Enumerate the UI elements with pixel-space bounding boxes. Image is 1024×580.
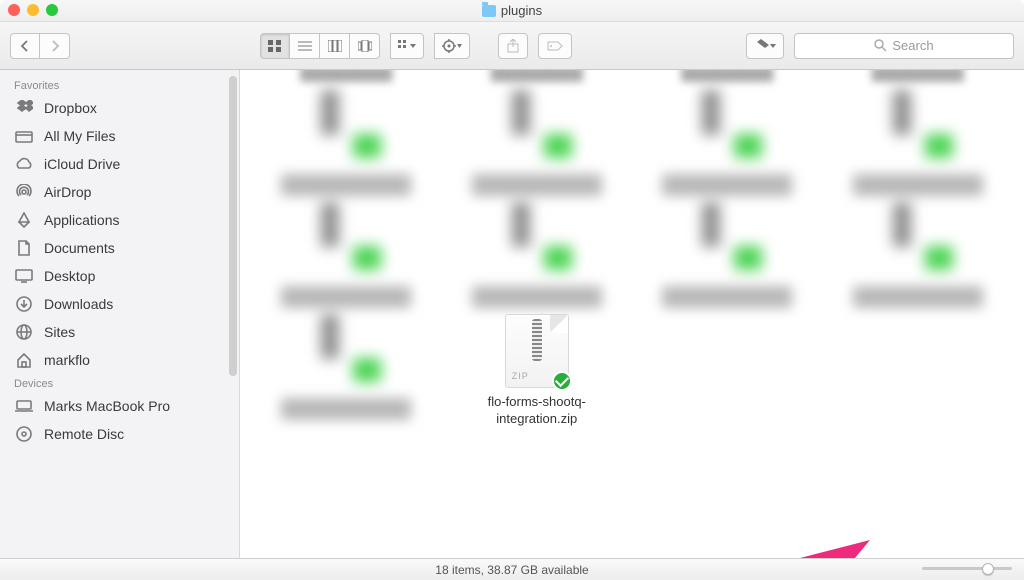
sidebar-item-label: iCloud Drive xyxy=(44,156,120,172)
sidebar-item-markflo[interactable]: markflo xyxy=(0,346,239,374)
window-controls xyxy=(8,4,58,16)
sidebar-item-documents[interactable]: Documents xyxy=(0,234,239,262)
window-title-text: plugins xyxy=(501,3,542,18)
sidebar-item-label: All My Files xyxy=(44,128,116,144)
dropbox-toolbar-button[interactable] xyxy=(746,33,784,59)
sidebar-item-macbook[interactable]: Marks MacBook Pro xyxy=(0,392,239,420)
column-view-button[interactable] xyxy=(320,33,350,59)
applications-icon xyxy=(14,211,34,229)
tags-button[interactable] xyxy=(538,33,572,59)
share-button[interactable] xyxy=(498,33,528,59)
disc-icon xyxy=(14,425,34,443)
sidebar-item-label: Applications xyxy=(44,212,120,228)
sidebar-item-label: Documents xyxy=(44,240,115,256)
icon-view-button[interactable] xyxy=(260,33,290,59)
desktop-icon xyxy=(14,267,34,285)
coverflow-view-button[interactable] xyxy=(350,33,380,59)
home-icon xyxy=(14,351,34,369)
list-view-button[interactable] xyxy=(290,33,320,59)
file-item[interactable] xyxy=(641,90,814,196)
sidebar-item-dropbox[interactable]: Dropbox xyxy=(0,94,239,122)
file-item-highlighted[interactable]: ZIP flo-forms-shootq-integration.zip xyxy=(451,314,624,428)
sidebar-item-downloads[interactable]: Downloads xyxy=(0,290,239,318)
sidebar-item-applications[interactable]: Applications xyxy=(0,206,239,234)
window-title: plugins xyxy=(482,3,542,18)
sidebar-item-sites[interactable]: Sites xyxy=(0,318,239,346)
file-item[interactable] xyxy=(260,202,433,308)
file-item[interactable] xyxy=(451,90,624,196)
file-item[interactable] xyxy=(832,90,1005,196)
action-button[interactable] xyxy=(434,33,470,59)
forward-button[interactable] xyxy=(40,33,70,59)
synced-check-icon xyxy=(552,371,572,391)
sidebar-item-icloud-drive[interactable]: iCloud Drive xyxy=(0,150,239,178)
arrange-button[interactable] xyxy=(390,33,424,59)
sidebar-scrollbar[interactable] xyxy=(229,76,237,376)
downloads-icon xyxy=(14,295,34,313)
sidebar-item-label: Remote Disc xyxy=(44,426,124,442)
file-item[interactable] xyxy=(832,202,1005,308)
arrange-group xyxy=(390,33,424,59)
sidebar-item-label: Dropbox xyxy=(44,100,97,116)
action-group xyxy=(434,33,470,59)
airdrop-icon xyxy=(14,183,34,201)
toolbar: Search xyxy=(0,22,1024,70)
status-text: 18 items, 38.87 GB available xyxy=(435,563,588,577)
search-icon xyxy=(874,39,887,52)
back-button[interactable] xyxy=(10,33,40,59)
view-mode-buttons xyxy=(260,33,380,59)
search-field[interactable]: Search xyxy=(794,33,1014,59)
zoom-slider[interactable] xyxy=(922,564,1012,574)
sidebar-item-all-my-files[interactable]: All My Files xyxy=(0,122,239,150)
content-area[interactable]: ██████████ ██████████ ██████████ ███████… xyxy=(240,70,1024,558)
sidebar-item-label: markflo xyxy=(44,352,90,368)
dropbox-icon xyxy=(14,99,34,117)
sidebar-item-desktop[interactable]: Desktop xyxy=(0,262,239,290)
sidebar-item-label: Sites xyxy=(44,324,75,340)
nav-buttons xyxy=(10,33,70,59)
cloud-icon xyxy=(14,155,34,173)
file-item[interactable] xyxy=(641,202,814,308)
sidebar-item-remote-disc[interactable]: Remote Disc xyxy=(0,420,239,448)
sidebar: Favorites Dropbox All My Files iCloud Dr… xyxy=(0,70,240,558)
sites-icon xyxy=(14,323,34,341)
titlebar: plugins xyxy=(0,0,1024,22)
file-item[interactable] xyxy=(260,90,433,196)
sidebar-item-label: Downloads xyxy=(44,296,113,312)
zip-file-icon: ZIP xyxy=(505,314,569,388)
status-bar: 18 items, 38.87 GB available xyxy=(0,558,1024,580)
zoom-window-button[interactable] xyxy=(46,4,58,16)
search-placeholder: Search xyxy=(892,38,933,53)
minimize-window-button[interactable] xyxy=(27,4,39,16)
all-files-icon xyxy=(14,127,34,145)
sidebar-item-airdrop[interactable]: AirDrop xyxy=(0,178,239,206)
section-favorites: Favorites xyxy=(0,76,239,94)
sidebar-item-label: Marks MacBook Pro xyxy=(44,398,170,414)
close-window-button[interactable] xyxy=(8,4,20,16)
section-devices: Devices xyxy=(0,374,239,392)
file-item[interactable] xyxy=(260,314,433,428)
sidebar-item-label: AirDrop xyxy=(44,184,91,200)
file-item[interactable] xyxy=(451,202,624,308)
folder-icon xyxy=(482,5,496,17)
annotation-arrow xyxy=(795,540,1024,558)
zip-tag: ZIP xyxy=(512,371,529,381)
documents-icon xyxy=(14,239,34,257)
laptop-icon xyxy=(14,397,34,415)
file-name: flo-forms-shootq-integration.zip xyxy=(457,394,617,428)
sidebar-item-label: Desktop xyxy=(44,268,95,284)
